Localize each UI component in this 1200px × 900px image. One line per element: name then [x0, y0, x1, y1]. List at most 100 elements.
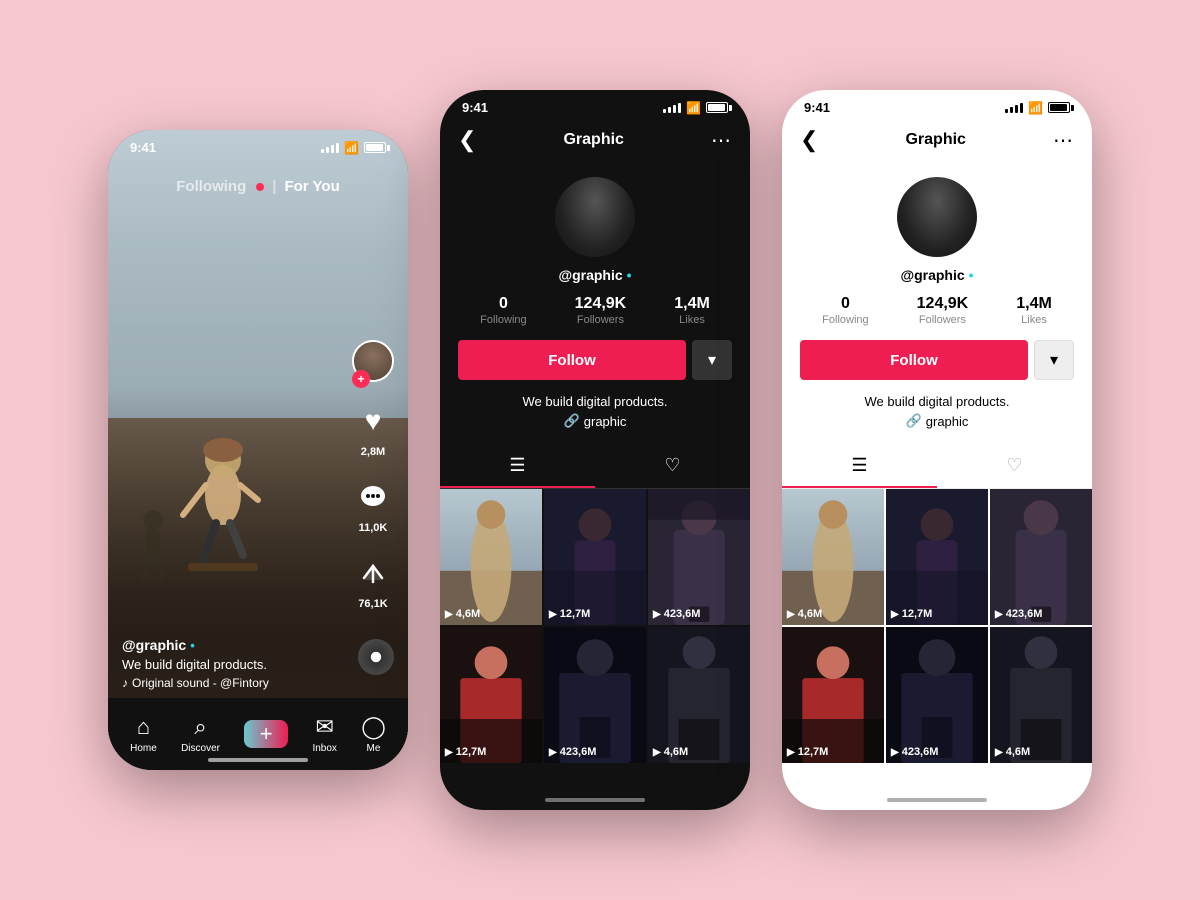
avatar-dark: [555, 177, 635, 257]
add-button[interactable]: +: [244, 720, 288, 748]
share-button[interactable]: 76,1K: [352, 552, 394, 610]
home-indicator: [208, 758, 308, 762]
link-icon-light: 🔗: [906, 413, 922, 429]
play-icon-l3: ▶: [995, 609, 1003, 620]
following-tab[interactable]: Following: [176, 178, 246, 195]
music-disc: [358, 639, 394, 675]
signal-icon-3: [1005, 103, 1023, 113]
status-time-2: 9:41: [462, 100, 488, 115]
grid-item-1[interactable]: ▶ 4,6M: [440, 489, 542, 625]
username-row-dark: @graphic •: [440, 267, 750, 283]
following-count-light: 0: [841, 295, 850, 313]
profile-tabs-dark: ☰ ♡: [440, 445, 750, 489]
play-icon-l4: ▶: [787, 747, 795, 758]
like-count: 2,8M: [361, 446, 385, 458]
grid-item-l1[interactable]: ▶ 4,6M: [782, 489, 884, 625]
wifi-icon-3: 📶: [1028, 101, 1043, 115]
likes-label-dark: Likes: [679, 314, 705, 326]
more-options-button[interactable]: ⋯: [711, 128, 732, 153]
video-info: @graphic • We build digital products. ♪ …: [122, 637, 338, 690]
grid-icon-light: ☰: [851, 455, 867, 476]
thumb-img-l6: [990, 627, 1092, 763]
profile-icon: ◯: [361, 714, 386, 740]
username-light: @graphic: [900, 267, 964, 283]
status-icons: 📶: [321, 141, 386, 155]
status-icons-3: 📶 .phone-light .battery-icon::after{back…: [1005, 101, 1070, 115]
grid-count-6: ▶ 4,6M: [653, 746, 688, 758]
followers-count-dark: 124,9K: [575, 295, 627, 313]
likes-count-light: 1,4M: [1016, 295, 1052, 313]
phone-feed: 9:41 📶 Following | For You +: [108, 130, 408, 770]
nav-me[interactable]: ◯ Me: [361, 714, 386, 754]
grid-item-l4[interactable]: ▶ 12,7M: [782, 627, 884, 763]
bio-link-dark[interactable]: 🔗 graphic: [458, 413, 732, 429]
signal-icon-2: [663, 103, 681, 113]
likes-count-dark: 1,4M: [674, 295, 710, 313]
play-icon-3: ▶: [653, 609, 661, 620]
tab-videos-light[interactable]: ☰: [782, 445, 937, 488]
grid-item-l5[interactable]: ▶ 423,6M: [886, 627, 988, 763]
bio-text-light: We build digital products.: [800, 394, 1074, 409]
play-icon-l2: ▶: [891, 609, 899, 620]
avatar-action[interactable]: +: [352, 340, 394, 382]
dropdown-button-light[interactable]: ▾: [1034, 340, 1074, 380]
likes-stat-light: 1,4M Likes: [992, 295, 1076, 326]
nav-inbox[interactable]: ✉ Inbox: [312, 714, 336, 754]
status-time-3: 9:41: [804, 100, 830, 115]
status-bar-light: 9:41 📶 .phone-light .battery-icon::after…: [782, 90, 1092, 119]
bio-section-dark: We build digital products. 🔗 graphic: [440, 394, 750, 435]
nav-home[interactable]: ⌂ Home: [130, 714, 157, 754]
skater-figure: [168, 415, 278, 575]
back-button[interactable]: ❮: [458, 127, 476, 153]
grid-item-l6[interactable]: ▶ 4,6M: [990, 627, 1092, 763]
video-description: We build digital products.: [122, 657, 338, 672]
comment-button[interactable]: 11,0K: [352, 476, 394, 534]
grid-item-6[interactable]: ▶ 4,6M: [648, 627, 750, 763]
grid-item-l2[interactable]: ▶ 12,7M: [886, 489, 988, 625]
tab-videos-dark[interactable]: ☰: [440, 445, 595, 488]
follow-button-dark[interactable]: Follow: [458, 340, 686, 380]
profile-header-light: ❮ Graphic ⋯: [782, 119, 1092, 161]
search-icon: ⌕: [194, 714, 206, 740]
status-time: 9:41: [130, 140, 156, 155]
grid-item-3[interactable]: ▶ 423,6M: [648, 489, 750, 625]
thumb-img-4: [440, 627, 542, 763]
heart-icon: ♥: [352, 400, 394, 442]
grid-count-l5: ▶ 423,6M: [891, 746, 938, 758]
grid-count-4: ▶ 12,7M: [445, 746, 486, 758]
bio-link-light[interactable]: 🔗 graphic: [800, 413, 1074, 429]
verified-dark: •: [627, 267, 632, 283]
like-button[interactable]: ♥ 2,8M: [352, 400, 394, 458]
battery-icon: [364, 142, 386, 153]
nav-add[interactable]: +: [244, 720, 288, 748]
grid-count-l6: ▶ 4,6M: [995, 746, 1030, 758]
play-icon-4: ▶: [445, 747, 453, 758]
for-you-tab[interactable]: For You: [284, 178, 339, 195]
grid-icon-dark: ☰: [509, 455, 525, 476]
action-buttons: + ♥ 2,8M 11,0K: [352, 340, 394, 610]
dropdown-button-dark[interactable]: ▾: [692, 340, 732, 380]
bio-section-light: We build digital products. 🔗 graphic: [782, 394, 1092, 435]
back-button-light[interactable]: ❮: [800, 127, 818, 153]
divider: |: [272, 178, 276, 195]
following-stat-dark: 0 Following: [456, 295, 550, 326]
tab-liked-light[interactable]: ♡: [937, 445, 1092, 488]
more-options-button-light[interactable]: ⋯: [1053, 128, 1074, 153]
username-row-light: @graphic •: [782, 267, 1092, 283]
profile-title-light: Graphic: [905, 131, 965, 149]
grid-item-l3[interactable]: ▶ 423,6M: [990, 489, 1092, 625]
play-icon-l1: ▶: [787, 609, 795, 620]
nav-discover[interactable]: ⌕ Discover: [181, 714, 220, 754]
follow-button-light[interactable]: Follow: [800, 340, 1028, 380]
grid-item-5[interactable]: ▶ 423,6M: [544, 627, 646, 763]
following-label-dark: Following: [480, 314, 526, 326]
grid-item-2[interactable]: ▶ 12,7M: [544, 489, 646, 625]
tab-liked-dark[interactable]: ♡: [595, 445, 750, 488]
grid-count-l3: ▶ 423,6M: [995, 608, 1042, 620]
play-icon-5: ▶: [549, 747, 557, 758]
inbox-icon: ✉: [315, 714, 333, 740]
grid-count-l4: ▶ 12,7M: [787, 746, 828, 758]
grid-item-4[interactable]: ▶ 12,7M: [440, 627, 542, 763]
status-bar: 9:41 📶: [108, 130, 408, 159]
thumb-img-l5: [886, 627, 988, 763]
